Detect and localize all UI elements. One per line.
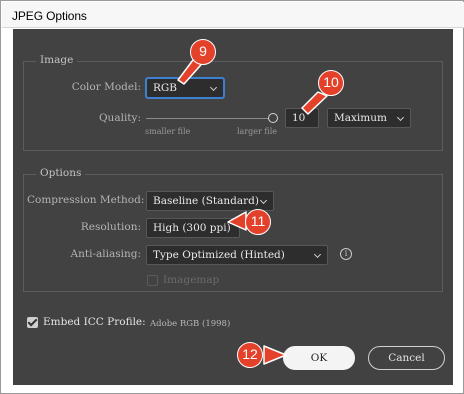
quality-value: 10 — [292, 112, 306, 124]
jpeg-options-dialog: Image Color Model: RGB Quality: smaller … — [13, 29, 453, 385]
quality-label: Quality: — [98, 112, 141, 124]
anti-aliasing-value: Type Optimized (Hinted) — [153, 249, 285, 261]
quality-preset-value: Maximum — [334, 112, 387, 124]
image-section: Image — [23, 54, 443, 151]
quality-max-label: larger file — [237, 127, 278, 136]
ok-button[interactable]: OK — [283, 346, 355, 370]
resolution-label: Resolution: — [80, 221, 141, 233]
embed-icc-label: Embed ICC Profile: — [43, 316, 146, 328]
quality-slider-track[interactable] — [146, 118, 270, 119]
embed-icc-profile: Adobe RGB (1998) — [150, 319, 231, 329]
callout-badge-10: 10 — [318, 70, 344, 96]
anti-aliasing-select[interactable]: Type Optimized (Hinted) — [146, 245, 328, 265]
options-section-legend: Options — [36, 167, 86, 179]
chevron-down-icon — [396, 113, 405, 122]
anti-aliasing-label: Anti-aliasing: — [70, 248, 141, 260]
cancel-button[interactable]: Cancel — [368, 346, 445, 370]
color-model-select[interactable]: RGB — [146, 78, 224, 98]
resolution-field[interactable]: High (300 ppi) — [146, 218, 240, 238]
quality-value-field[interactable]: 10 — [285, 108, 319, 128]
chevron-down-icon — [313, 250, 322, 259]
ok-button-label: OK — [310, 352, 328, 364]
cancel-button-label: Cancel — [388, 352, 425, 364]
imagemap-checkbox[interactable] — [147, 275, 158, 286]
callout-badge-11: 11 — [245, 209, 271, 235]
image-section-legend: Image — [36, 54, 78, 66]
imagemap-label: Imagemap — [163, 274, 220, 286]
chevron-down-icon — [209, 83, 218, 92]
title-bar: JPEG Options — [2, 2, 464, 28]
chevron-down-icon — [259, 196, 268, 205]
compression-method-select[interactable]: Baseline (Standard) — [146, 191, 274, 211]
color-model-value: RGB — [153, 82, 178, 94]
quality-preset-select[interactable]: Maximum — [327, 108, 411, 128]
window-frame: JPEG Options Image Color Model: RGB Qual… — [0, 0, 464, 394]
info-icon[interactable]: i — [340, 248, 352, 260]
resolution-value: High (300 ppi) — [153, 222, 231, 234]
embed-icc-checkbox[interactable] — [27, 317, 38, 328]
quality-min-label: smaller file — [145, 127, 191, 136]
color-model-label: Color Model: — [71, 81, 141, 93]
callout-badge-9: 9 — [190, 39, 216, 65]
callout-badge-12: 12 — [237, 342, 263, 368]
quality-slider-knob[interactable] — [268, 113, 278, 123]
compression-method-label: Compression Method: — [27, 194, 145, 206]
window-title: JPEG Options — [12, 9, 87, 23]
compression-method-value: Baseline (Standard) — [153, 195, 259, 207]
